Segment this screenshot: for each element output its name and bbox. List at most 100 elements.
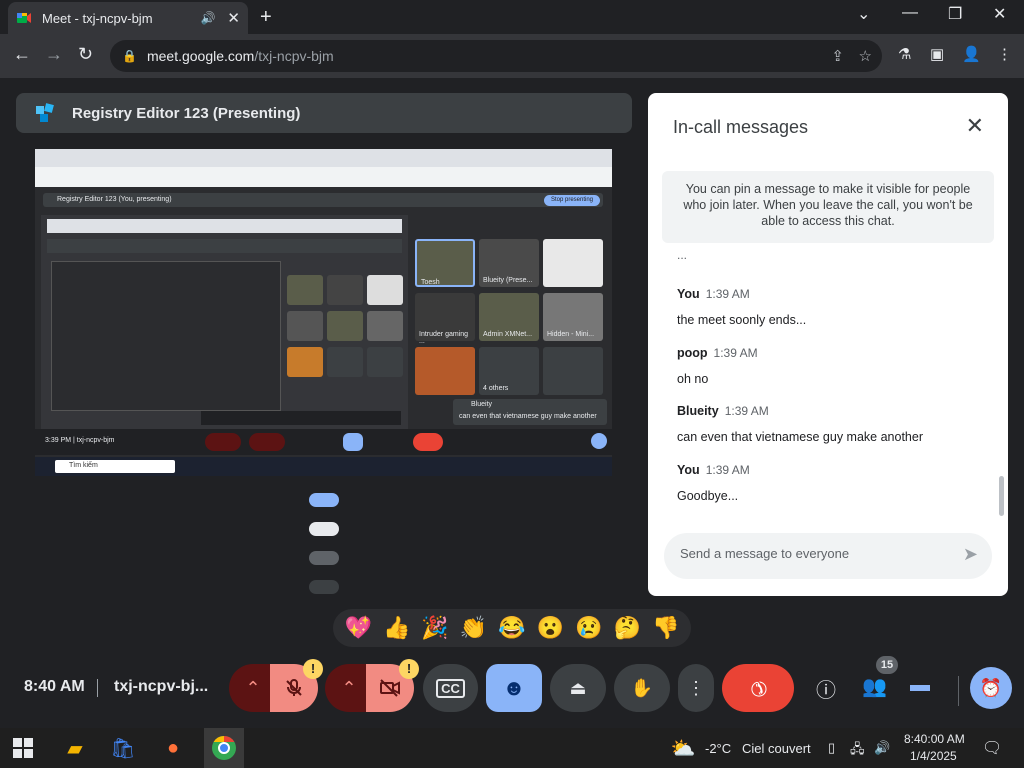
microsoft-store-icon[interactable]: 🛍 (108, 734, 138, 762)
shared-tab-strip (35, 149, 612, 167)
restore-icon[interactable]: ❐ (948, 4, 962, 24)
reaction-surprised[interactable]: 😮 (537, 615, 564, 641)
leave-call-button[interactable]: ✆ (722, 664, 794, 712)
taskbar-date[interactable]: 1/4/2025 (910, 749, 957, 763)
bookmark-star-icon[interactable]: ☆ (859, 47, 872, 65)
taskbar-time[interactable]: 8:40:00 AM (904, 732, 965, 746)
network-icon[interactable]: 🖧 (850, 740, 865, 762)
alarm-clock-icon: ⏰ (979, 677, 1003, 698)
lock-icon[interactable]: 🔒 (122, 49, 137, 63)
smiley-icon: ☻ (502, 675, 526, 700)
reaction-thumbs-up[interactable]: 👍 (383, 615, 410, 641)
shared-mic-button (205, 433, 241, 451)
chat-message: You 1:39 AM Goodbye... (677, 461, 977, 503)
send-icon[interactable]: ➤ (963, 544, 978, 565)
chevron-up-icon: ⌃ (245, 677, 261, 698)
reaction-sad[interactable]: 😢 (575, 615, 602, 641)
nested-tile (327, 311, 363, 341)
message-text: can even that vietnamese guy make anothe… (677, 430, 923, 444)
browser-tab-strip: Meet - txj-ncpv-bjm 🔊 ✕ + ⌄ — ❐ ✕ (0, 0, 1024, 34)
battery-icon[interactable]: ▯ (828, 740, 835, 756)
extension-flask-icon[interactable]: ⚗ (898, 45, 911, 63)
present-screen-icon: ⏏ (569, 677, 587, 698)
omnibox[interactable]: 🔒 meet.google.com/txj-ncpv-bjm ⇪ ☆ (110, 40, 882, 72)
close-window-icon[interactable]: ✕ (993, 4, 1006, 24)
meeting-code: txj-ncpv-bj... (114, 678, 209, 695)
more-options-button[interactable]: ⋮ (678, 664, 714, 712)
forward-icon[interactable]: → (45, 44, 63, 65)
chat-message: poop 1:39 AM oh no (677, 344, 977, 386)
reload-icon[interactable]: ↻ (78, 44, 93, 65)
nested-tile (367, 347, 403, 377)
reaction-party[interactable]: 🎉 (421, 615, 448, 641)
pin-info-note: You can pin a message to make it visible… (662, 171, 994, 243)
shared-present-button (343, 433, 363, 451)
back-icon[interactable]: ← (13, 44, 31, 65)
browser-tab-meet[interactable]: Meet - txj-ncpv-bjm 🔊 ✕ (8, 2, 248, 34)
mic-warning-badge: ! (303, 659, 323, 679)
reaction-heart[interactable]: 💖 (345, 615, 372, 641)
camera-off-icon (380, 679, 400, 697)
notification-icon[interactable]: 🗨 (982, 738, 1002, 758)
registry-editor-icon (36, 103, 54, 122)
shared-participant-tiles: Toesh Blueity (Prese... Intruder gaming … (415, 239, 607, 429)
shared-caption: Blueity can even that vietnamese guy mak… (453, 399, 607, 425)
nested-nested-capture (51, 261, 281, 411)
shared-timer-button (591, 433, 607, 449)
message-sender: Blueity (677, 404, 719, 418)
nested-controls (201, 411, 401, 425)
chat-message: You 1:39 AM the meet soonly ends... (677, 285, 977, 327)
mic-off-icon (286, 679, 302, 696)
emoji-reactions-button[interactable]: ☻ (486, 664, 542, 712)
message-sender: You (677, 287, 700, 301)
share-icon[interactable]: ⇪ (831, 47, 844, 65)
chat-icon[interactable]: ▬ (910, 674, 930, 697)
shared-search: Tìm kiếm (55, 460, 175, 473)
file-explorer-icon[interactable]: ▰ (60, 734, 90, 762)
profile-icon[interactable]: 👤 (962, 45, 981, 63)
new-tab-icon[interactable]: + (260, 6, 272, 29)
close-panel-icon[interactable]: ✕ (966, 113, 984, 139)
present-button[interactable]: ⏏ (550, 664, 606, 712)
captions-button[interactable]: CC (423, 664, 478, 712)
floating-pill (309, 493, 339, 507)
reaction-thinking[interactable]: 🤔 (614, 615, 641, 641)
reactions-bar: 💖 👍 🎉 👏 😂 😮 😢 🤔 👎 (333, 609, 691, 647)
chat-message: Blueity 1:39 AM can even that vietnamese … (677, 402, 977, 444)
reaction-thumbs-down[interactable]: 👎 (652, 615, 679, 641)
meeting-controls: 8:40 AM txj-ncpv-bj... ⌃ ! ⌃ ! CC ☻ ⏏ ✋ … (0, 656, 1024, 728)
activities-button[interactable]: ⏰ (970, 667, 1012, 709)
reaction-clap[interactable]: 👏 (460, 615, 487, 641)
firefox-icon[interactable]: ● (158, 734, 188, 762)
windows-start-icon[interactable] (8, 734, 38, 762)
meeting-details-icon[interactable]: ⓘ (816, 674, 836, 703)
nested-header (47, 239, 402, 253)
raise-hand-button[interactable]: ✋ (614, 664, 670, 712)
floating-pill (309, 551, 339, 565)
people-icon[interactable]: 👥 (862, 674, 887, 699)
chat-panel-title: In-call messages (673, 117, 809, 137)
divider (958, 676, 959, 706)
volume-icon[interactable]: 🔊 (874, 740, 890, 756)
message-sender: You (677, 463, 700, 477)
nested-tab-strip (47, 219, 402, 233)
shared-tile: Toesh (415, 239, 475, 287)
minimize-icon[interactable]: — (902, 4, 918, 22)
audio-playing-icon[interactable]: 🔊 (200, 11, 215, 25)
chat-scrollbar[interactable] (999, 476, 1004, 516)
camera-warning-badge: ! (399, 659, 419, 679)
reaction-laugh[interactable]: 😂 (498, 615, 525, 641)
tab-search-icon[interactable]: ⌄ (857, 4, 870, 24)
chevron-up-icon: ⌃ (341, 677, 357, 698)
meeting-clock: 8:40 AM (24, 678, 85, 695)
browser-menu-icon[interactable]: ⋮ (997, 45, 1012, 63)
shared-tile (543, 347, 603, 395)
floating-pill (309, 580, 339, 594)
weather-cloud-icon[interactable]: ⛅ (668, 734, 698, 762)
side-panel-icon[interactable]: ▣ (930, 45, 944, 63)
chrome-taskbar-icon[interactable] (204, 728, 244, 768)
presentation-title: Registry Editor 123 (Presenting) (72, 104, 301, 122)
message-input-box[interactable]: ➤ (664, 533, 992, 579)
close-tab-icon[interactable]: ✕ (227, 9, 240, 27)
message-input[interactable] (680, 546, 940, 561)
